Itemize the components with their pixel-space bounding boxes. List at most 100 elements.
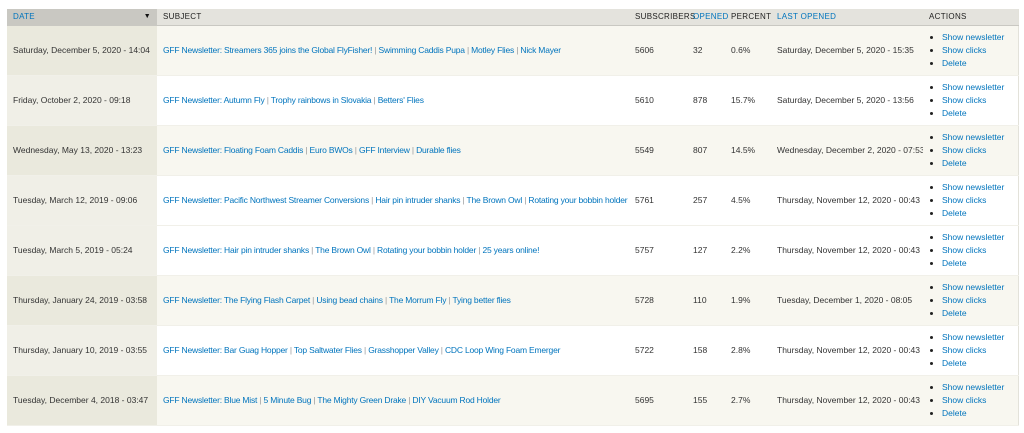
show-newsletter-link[interactable]: Show newsletter [942, 232, 1004, 242]
opened-sort-link[interactable]: OPENED [693, 12, 729, 21]
subscribers-cell: 5761 [629, 175, 687, 225]
newsletter-row: Saturday, December 5, 2020 - 14:04 GFF Ne… [7, 25, 1018, 75]
action-item: Show newsletter [942, 81, 1014, 94]
pipe-separator: | [476, 245, 482, 255]
subject-cell: GFF Newsletter: Floating Foam Caddis | E… [157, 125, 629, 175]
action-item: Delete [942, 107, 1014, 120]
pipe-separator: | [303, 145, 309, 155]
actions-list: Show newsletter Show clicks Delete [929, 131, 1014, 170]
delete-link[interactable]: Delete [942, 408, 967, 418]
pipe-separator: | [460, 195, 466, 205]
subject-cell: GFF Newsletter: Pacific Northwest Stream… [157, 175, 629, 225]
last-opened-cell: Saturday, December 5, 2020 - 15:35 [771, 25, 923, 75]
newsletter-subject-link[interactable]: GFF Newsletter: Pacific Northwest Stream… [163, 195, 627, 205]
action-item: Delete [942, 157, 1014, 170]
show-newsletter-link[interactable]: Show newsletter [942, 132, 1004, 142]
action-item: Show newsletter [942, 381, 1014, 394]
last-opened-cell: Thursday, November 12, 2020 - 00:43 [771, 225, 923, 275]
subscribers-cell: 5695 [629, 375, 687, 425]
show-newsletter-link[interactable]: Show newsletter [942, 332, 1004, 342]
newsletter-row: Tuesday, December 4, 2018 - 03:47 GFF New… [7, 375, 1018, 425]
show-newsletter-link[interactable]: Show newsletter [942, 82, 1004, 92]
last-opened-cell: Wednesday, December 2, 2020 - 07:53 [771, 125, 923, 175]
actions-list: Show newsletter Show clicks Delete [929, 381, 1014, 420]
subject-cell: GFF Newsletter: Bar Guag Hopper | Top Sa… [157, 325, 629, 375]
newsletter-subject-link[interactable]: GFF Newsletter: Bar Guag Hopper | Top Sa… [163, 345, 560, 355]
column-header-opened[interactable]: OPENED [687, 9, 725, 25]
actions-cell: Show newsletter Show clicks Delete [923, 275, 1018, 325]
delete-link[interactable]: Delete [942, 158, 967, 168]
pipe-separator: | [288, 345, 294, 355]
show-clicks-link[interactable]: Show clicks [942, 345, 986, 355]
show-clicks-link[interactable]: Show clicks [942, 195, 986, 205]
delete-link[interactable]: Delete [942, 108, 967, 118]
newsletters-table: DATE ▼ SUBJECT SUBSCRIBERS OPENED PERCEN… [7, 9, 1019, 426]
column-header-date[interactable]: DATE ▼ [7, 9, 157, 25]
show-newsletter-link[interactable]: Show newsletter [942, 282, 1004, 292]
date-cell: Saturday, December 5, 2020 - 14:04 [7, 25, 157, 75]
newsletter-subject-link[interactable]: GFF Newsletter: Autumn Fly | Trophy rain… [163, 95, 424, 105]
last-opened-cell: Thursday, November 12, 2020 - 00:43 [771, 325, 923, 375]
pipe-separator: | [371, 245, 377, 255]
pipe-separator: | [406, 395, 412, 405]
pipe-separator: | [369, 195, 375, 205]
pipe-separator: | [311, 395, 317, 405]
newsletter-row: Thursday, January 24, 2019 - 03:58GFF Ne… [7, 275, 1018, 325]
pipe-separator: | [371, 95, 377, 105]
show-newsletter-link[interactable]: Show newsletter [942, 32, 1004, 42]
action-item: Show clicks [942, 194, 1014, 207]
subscribers-cell: 5549 [629, 125, 687, 175]
show-newsletter-link[interactable]: Show newsletter [942, 182, 1004, 192]
date-cell: Tuesday, December 4, 2018 - 03:47 [7, 375, 157, 425]
actions-list: Show newsletter Show clicks Delete [929, 231, 1014, 270]
subject-cell: GFF Newsletter: Blue Mist | 5 Minute Bug… [157, 375, 629, 425]
subscribers-cell: 5757 [629, 225, 687, 275]
opened-cell: 878 [687, 75, 725, 125]
newsletter-subject-link[interactable]: GFF Newsletter: Hair pin intruder shanks… [163, 245, 539, 255]
newsletter-subject-link[interactable]: GFF Newsletter: Streamers 365 joins the … [163, 45, 561, 55]
last-opened-cell: Tuesday, December 1, 2020 - 08:05 [771, 275, 923, 325]
show-clicks-link[interactable]: Show clicks [942, 245, 986, 255]
opened-cell: 155 [687, 375, 725, 425]
table-header-row: DATE ▼ SUBJECT SUBSCRIBERS OPENED PERCEN… [7, 9, 1018, 25]
pipe-separator: | [439, 345, 445, 355]
actions-list: Show newsletter Show clicks Delete [929, 331, 1014, 370]
delete-link[interactable]: Delete [942, 258, 967, 268]
newsletter-subject-link[interactable]: GFF Newsletter: The Flying Flash Carpet … [163, 295, 511, 305]
show-clicks-link[interactable]: Show clicks [942, 145, 986, 155]
actions-list: Show newsletter Show clicks Delete [929, 81, 1014, 120]
percent-cell: 2.2% [725, 225, 771, 275]
action-item: Show newsletter [942, 231, 1014, 244]
pipe-separator: | [410, 145, 416, 155]
date-sort-link[interactable]: DATE [13, 12, 35, 21]
show-clicks-link[interactable]: Show clicks [942, 95, 986, 105]
actions-list: Show newsletter Show clicks Delete [929, 31, 1014, 70]
pipe-separator: | [372, 45, 378, 55]
action-item: Show clicks [942, 144, 1014, 157]
newsletter-subject-link[interactable]: GFF Newsletter: Floating Foam Caddis | E… [163, 145, 461, 155]
last-opened-cell: Saturday, December 5, 2020 - 13:56 [771, 75, 923, 125]
actions-cell: Show newsletter Show clicks Delete [923, 75, 1018, 125]
subscribers-cell: 5722 [629, 325, 687, 375]
percent-cell: 2.8% [725, 325, 771, 375]
actions-cell: Show newsletter Show clicks Delete [923, 125, 1018, 175]
show-clicks-link[interactable]: Show clicks [942, 395, 986, 405]
show-clicks-link[interactable]: Show clicks [942, 45, 986, 55]
show-clicks-link[interactable]: Show clicks [942, 295, 986, 305]
percent-cell: 14.5% [725, 125, 771, 175]
delete-link[interactable]: Delete [942, 308, 967, 318]
newsletter-subject-link[interactable]: GFF Newsletter: Blue Mist | 5 Minute Bug… [163, 395, 501, 405]
last-opened-sort-link[interactable]: LAST OPENED [777, 12, 836, 21]
delete-link[interactable]: Delete [942, 58, 967, 68]
pipe-separator: | [446, 295, 452, 305]
column-header-last-opened[interactable]: LAST OPENED [771, 9, 923, 25]
newsletter-row: Thursday, January 10, 2019 - 03:55GFF Ne… [7, 325, 1018, 375]
table-body: Saturday, December 5, 2020 - 14:04 GFF Ne… [7, 25, 1018, 425]
show-newsletter-link[interactable]: Show newsletter [942, 382, 1004, 392]
pipe-separator: | [353, 145, 359, 155]
delete-link[interactable]: Delete [942, 358, 967, 368]
actions-list: Show newsletter Show clicks Delete [929, 281, 1014, 320]
delete-link[interactable]: Delete [942, 208, 967, 218]
action-item: Show clicks [942, 344, 1014, 357]
newsletter-row: Tuesday, March 12, 2019 - 09:06GFF Newsl… [7, 175, 1018, 225]
